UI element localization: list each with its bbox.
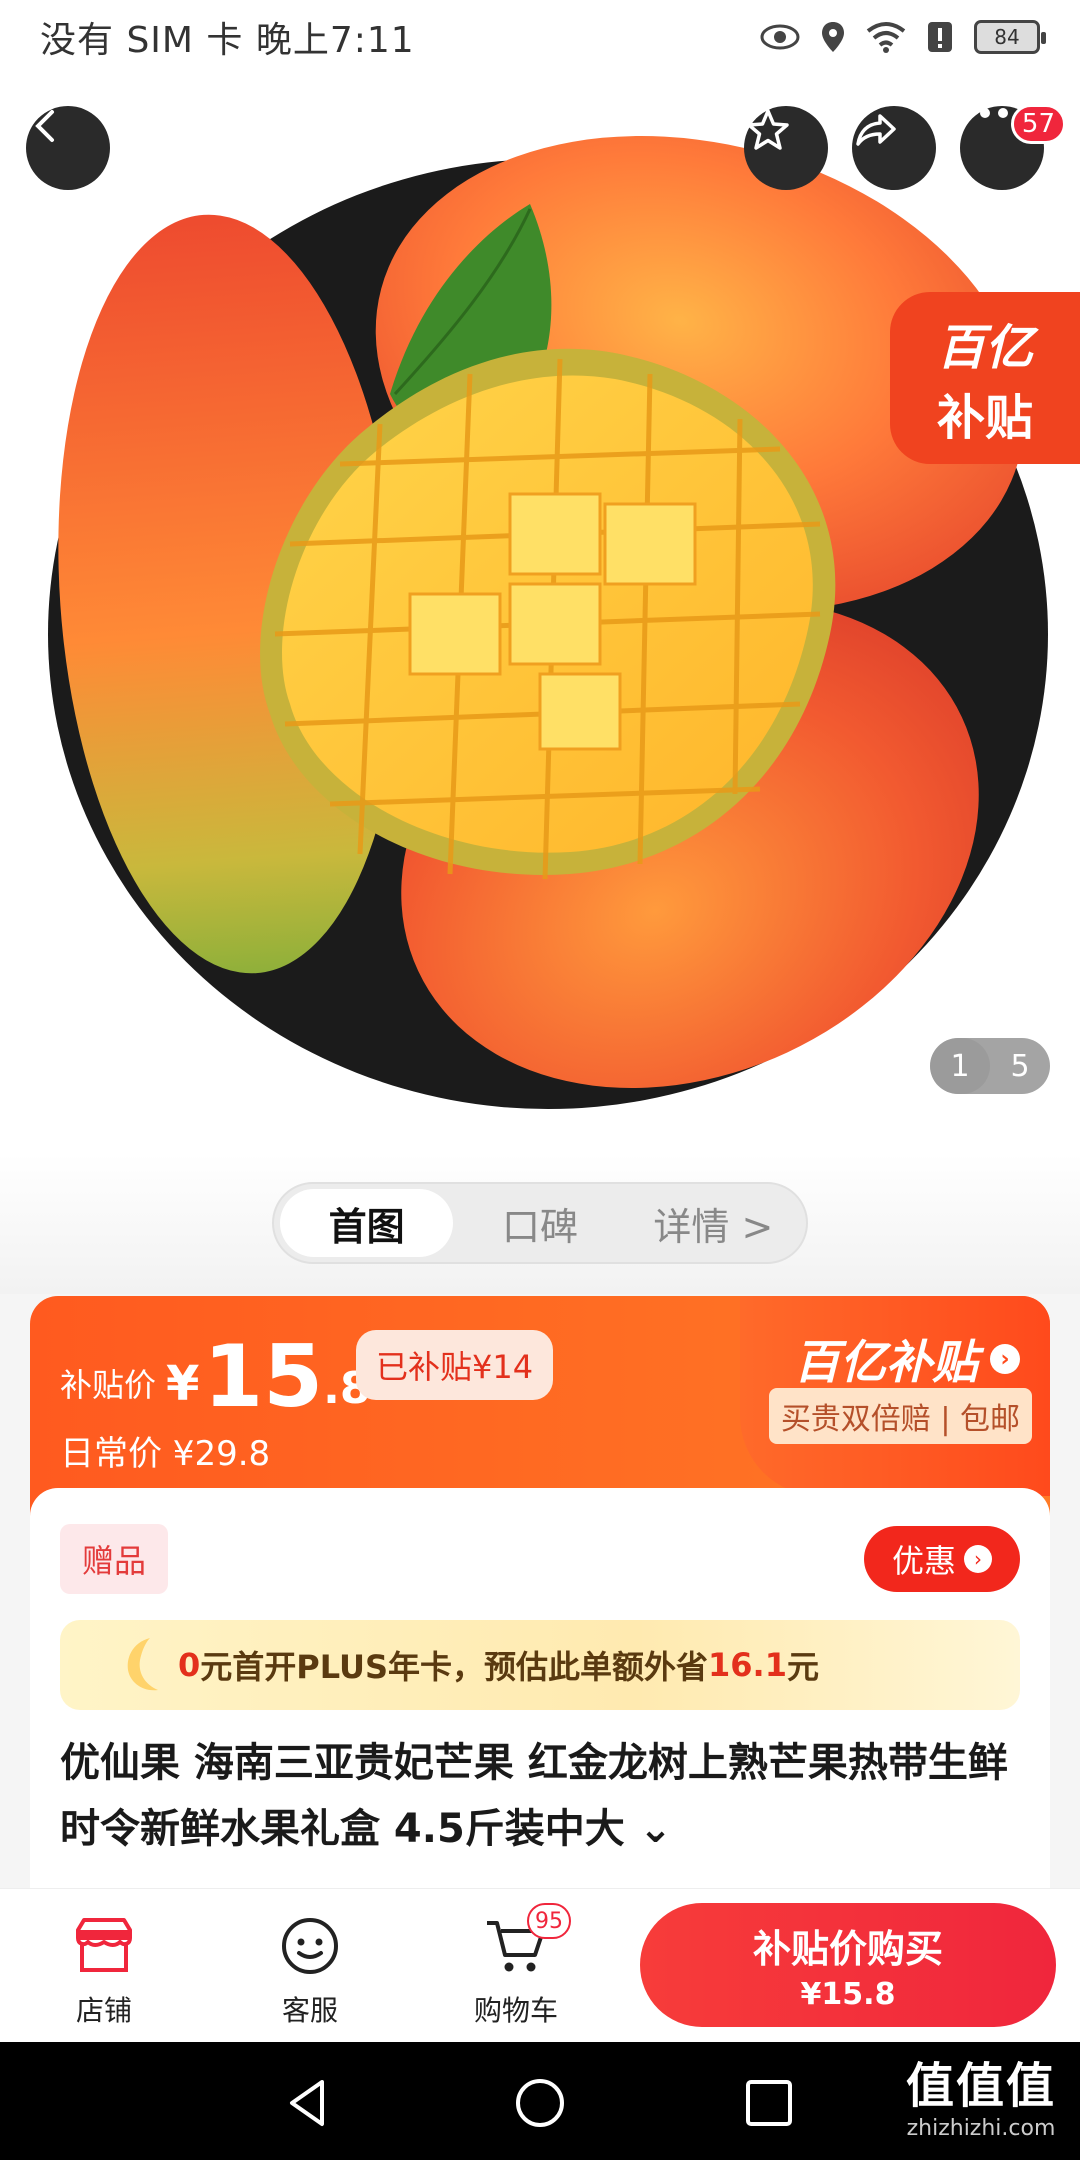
nav-back-icon[interactable] [272,2068,342,2138]
chevron-right-icon: › [990,1344,1020,1374]
more-dots-icon [962,108,1008,118]
location-icon [822,22,844,52]
plus-banner-text: 元首开PLUS年卡，预估此单额外省 [200,1648,709,1686]
wifi-icon [866,22,906,53]
discount-button[interactable]: 优惠 › [864,1526,1020,1592]
discount-label: 优惠 [891,1542,956,1580]
status-bar: 没有 SIM 卡 晚上7:11 84 [0,0,1080,74]
subsidy-price-label: 补贴价 [60,1366,157,1404]
chevron-left-icon [35,110,54,142]
section-tabs: 首图 口碑 详情 > [272,1182,808,1264]
status-carrier-time: 没有 SIM 卡 晚上7:11 [40,20,415,61]
subsidy-corner-line2: 补贴 [936,390,1033,446]
back-button[interactable] [26,106,110,190]
star-icon [747,109,789,150]
price-currency: ¥ [166,1356,200,1412]
status-icons: 84 [760,20,1046,54]
subsidy-price: 补贴价 ¥ 15 .8 [60,1334,370,1420]
product-page: 没有 SIM 卡 晚上7:11 84 57 百亿 补贴 1 5 首图 口碑 详情… [0,0,1080,2160]
price-card: 补贴价 ¥ 15 .8 已补贴¥14 日常价 ¥29.8 百亿补贴 › 买贵双倍… [30,1296,1050,1516]
tab-main-image[interactable]: 首图 [280,1189,454,1257]
eye-icon [760,24,800,50]
favorite-button[interactable] [744,106,828,190]
product-image-carousel[interactable]: 57 百亿 补贴 1 5 [0,74,1080,1154]
buy-now-button[interactable]: 补贴价购买 ¥15.8 [640,1903,1056,2027]
nav-recents-icon[interactable] [734,2068,804,2138]
plus-banner-zero: 0 [178,1646,201,1684]
watermark: 值值值 zhizhizhi.com [906,2046,1056,2141]
buy-now-label: 补贴价购买 [752,1927,943,1971]
tab-details[interactable]: 详情 > [627,1189,800,1257]
store-button[interactable]: 店铺 [34,1911,174,2031]
store-label: 店铺 [75,1994,132,2027]
share-button[interactable] [852,106,936,190]
bottom-action-bar: 店铺 客服 95 购物车 补贴价购买 ¥15.8 [0,1888,1080,2042]
battery-icon: 84 [974,20,1046,54]
moon-icon [127,1638,158,1691]
image-counter: 1 5 [930,1038,1050,1094]
product-title[interactable]: 优仙果 海南三亚贵妃芒果 红金龙树上熟芒果热带生鲜时令新鲜水果礼盒 4.5斤装中… [60,1730,1020,1862]
store-icon [69,1911,139,1981]
image-counter-total: 5 [1010,1048,1030,1084]
section-tabs-area: 首图 口碑 详情 > [0,1154,1080,1294]
subsidy-corner-badge[interactable]: 百亿 补贴 [890,292,1080,464]
mango-photo [0,74,1080,1154]
price-integer: 15 [203,1327,324,1427]
gift-tag[interactable]: 赠品 [60,1524,168,1594]
buy-now-price: ¥15.8 [800,1977,896,2012]
chat-face-icon [275,1911,345,1981]
chevron-right-icon: › [964,1545,992,1573]
customer-service-button[interactable]: 客服 [240,1911,380,2031]
cart-icon: 95 [481,1903,571,1981]
alert-icon [928,22,952,52]
plus-banner-unit: 元 [786,1648,819,1686]
cart-label: 购物车 [473,1994,558,2027]
share-icon [856,114,896,146]
watermark-logo: 值值值 [905,2058,1056,2114]
nav-home-icon[interactable] [505,2068,575,2138]
customer-service-label: 客服 [281,1994,338,2027]
subsidy-corner-line1: 百亿 [936,320,1033,376]
daily-price: 日常价 ¥29.8 [60,1434,271,1474]
watermark-url: zhizhizhi.com [906,2116,1056,2141]
billion-subsidy-title: 百亿补贴 [794,1335,978,1389]
tab-reviews[interactable]: 口碑 [453,1189,626,1257]
more-notification-badge: 57 [1010,104,1066,144]
cart-count-badge: 95 [527,1903,571,1939]
subsidy-guarantee: 买贵双倍赔 | 包邮 [768,1388,1032,1444]
billion-subsidy-link[interactable]: 百亿补贴 › [794,1326,1020,1392]
cart-button[interactable]: 95 购物车 [446,1903,586,2031]
subsidized-amount-tag: 已补贴¥14 [356,1330,554,1400]
plus-banner-saving: 16.1 [708,1646,787,1684]
image-counter-current: 1 [930,1038,990,1094]
plus-membership-banner[interactable]: 0 元首开PLUS年卡，预估此单额外省 16.1 元 [60,1620,1020,1710]
product-info-card: 赠品 优惠 › 0 元首开PLUS年卡，预估此单额外省 16.1 元 优仙果 海… [30,1488,1050,1888]
